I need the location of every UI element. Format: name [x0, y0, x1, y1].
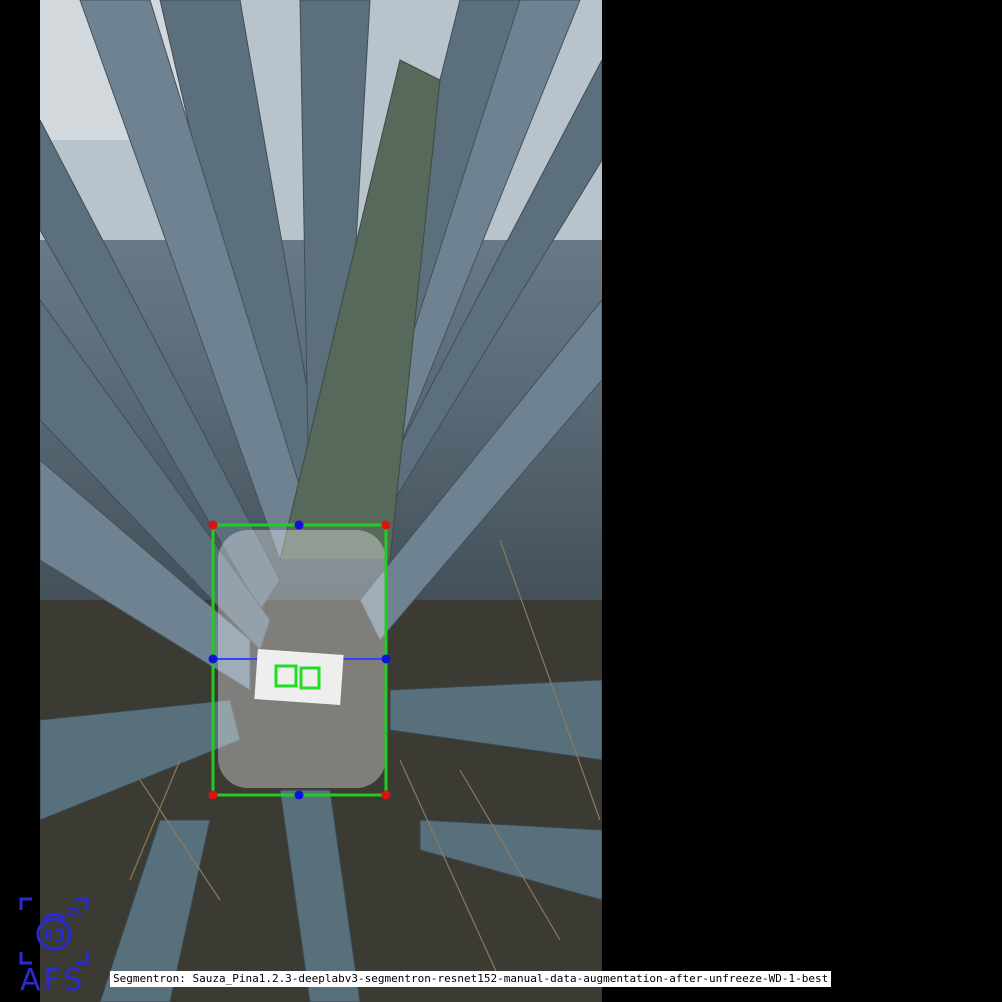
agave-plant-drawing	[40, 0, 602, 1002]
agave-plant-photo	[40, 0, 602, 1002]
model-caption: Segmentron: Sauza_Pina1.2.3-deeplabv3-se…	[110, 971, 832, 987]
screen: AFS Segmentron: Sauza_Pina1.2.3-deeplabv…	[0, 0, 1002, 1002]
logo-text: AFS	[20, 963, 86, 998]
